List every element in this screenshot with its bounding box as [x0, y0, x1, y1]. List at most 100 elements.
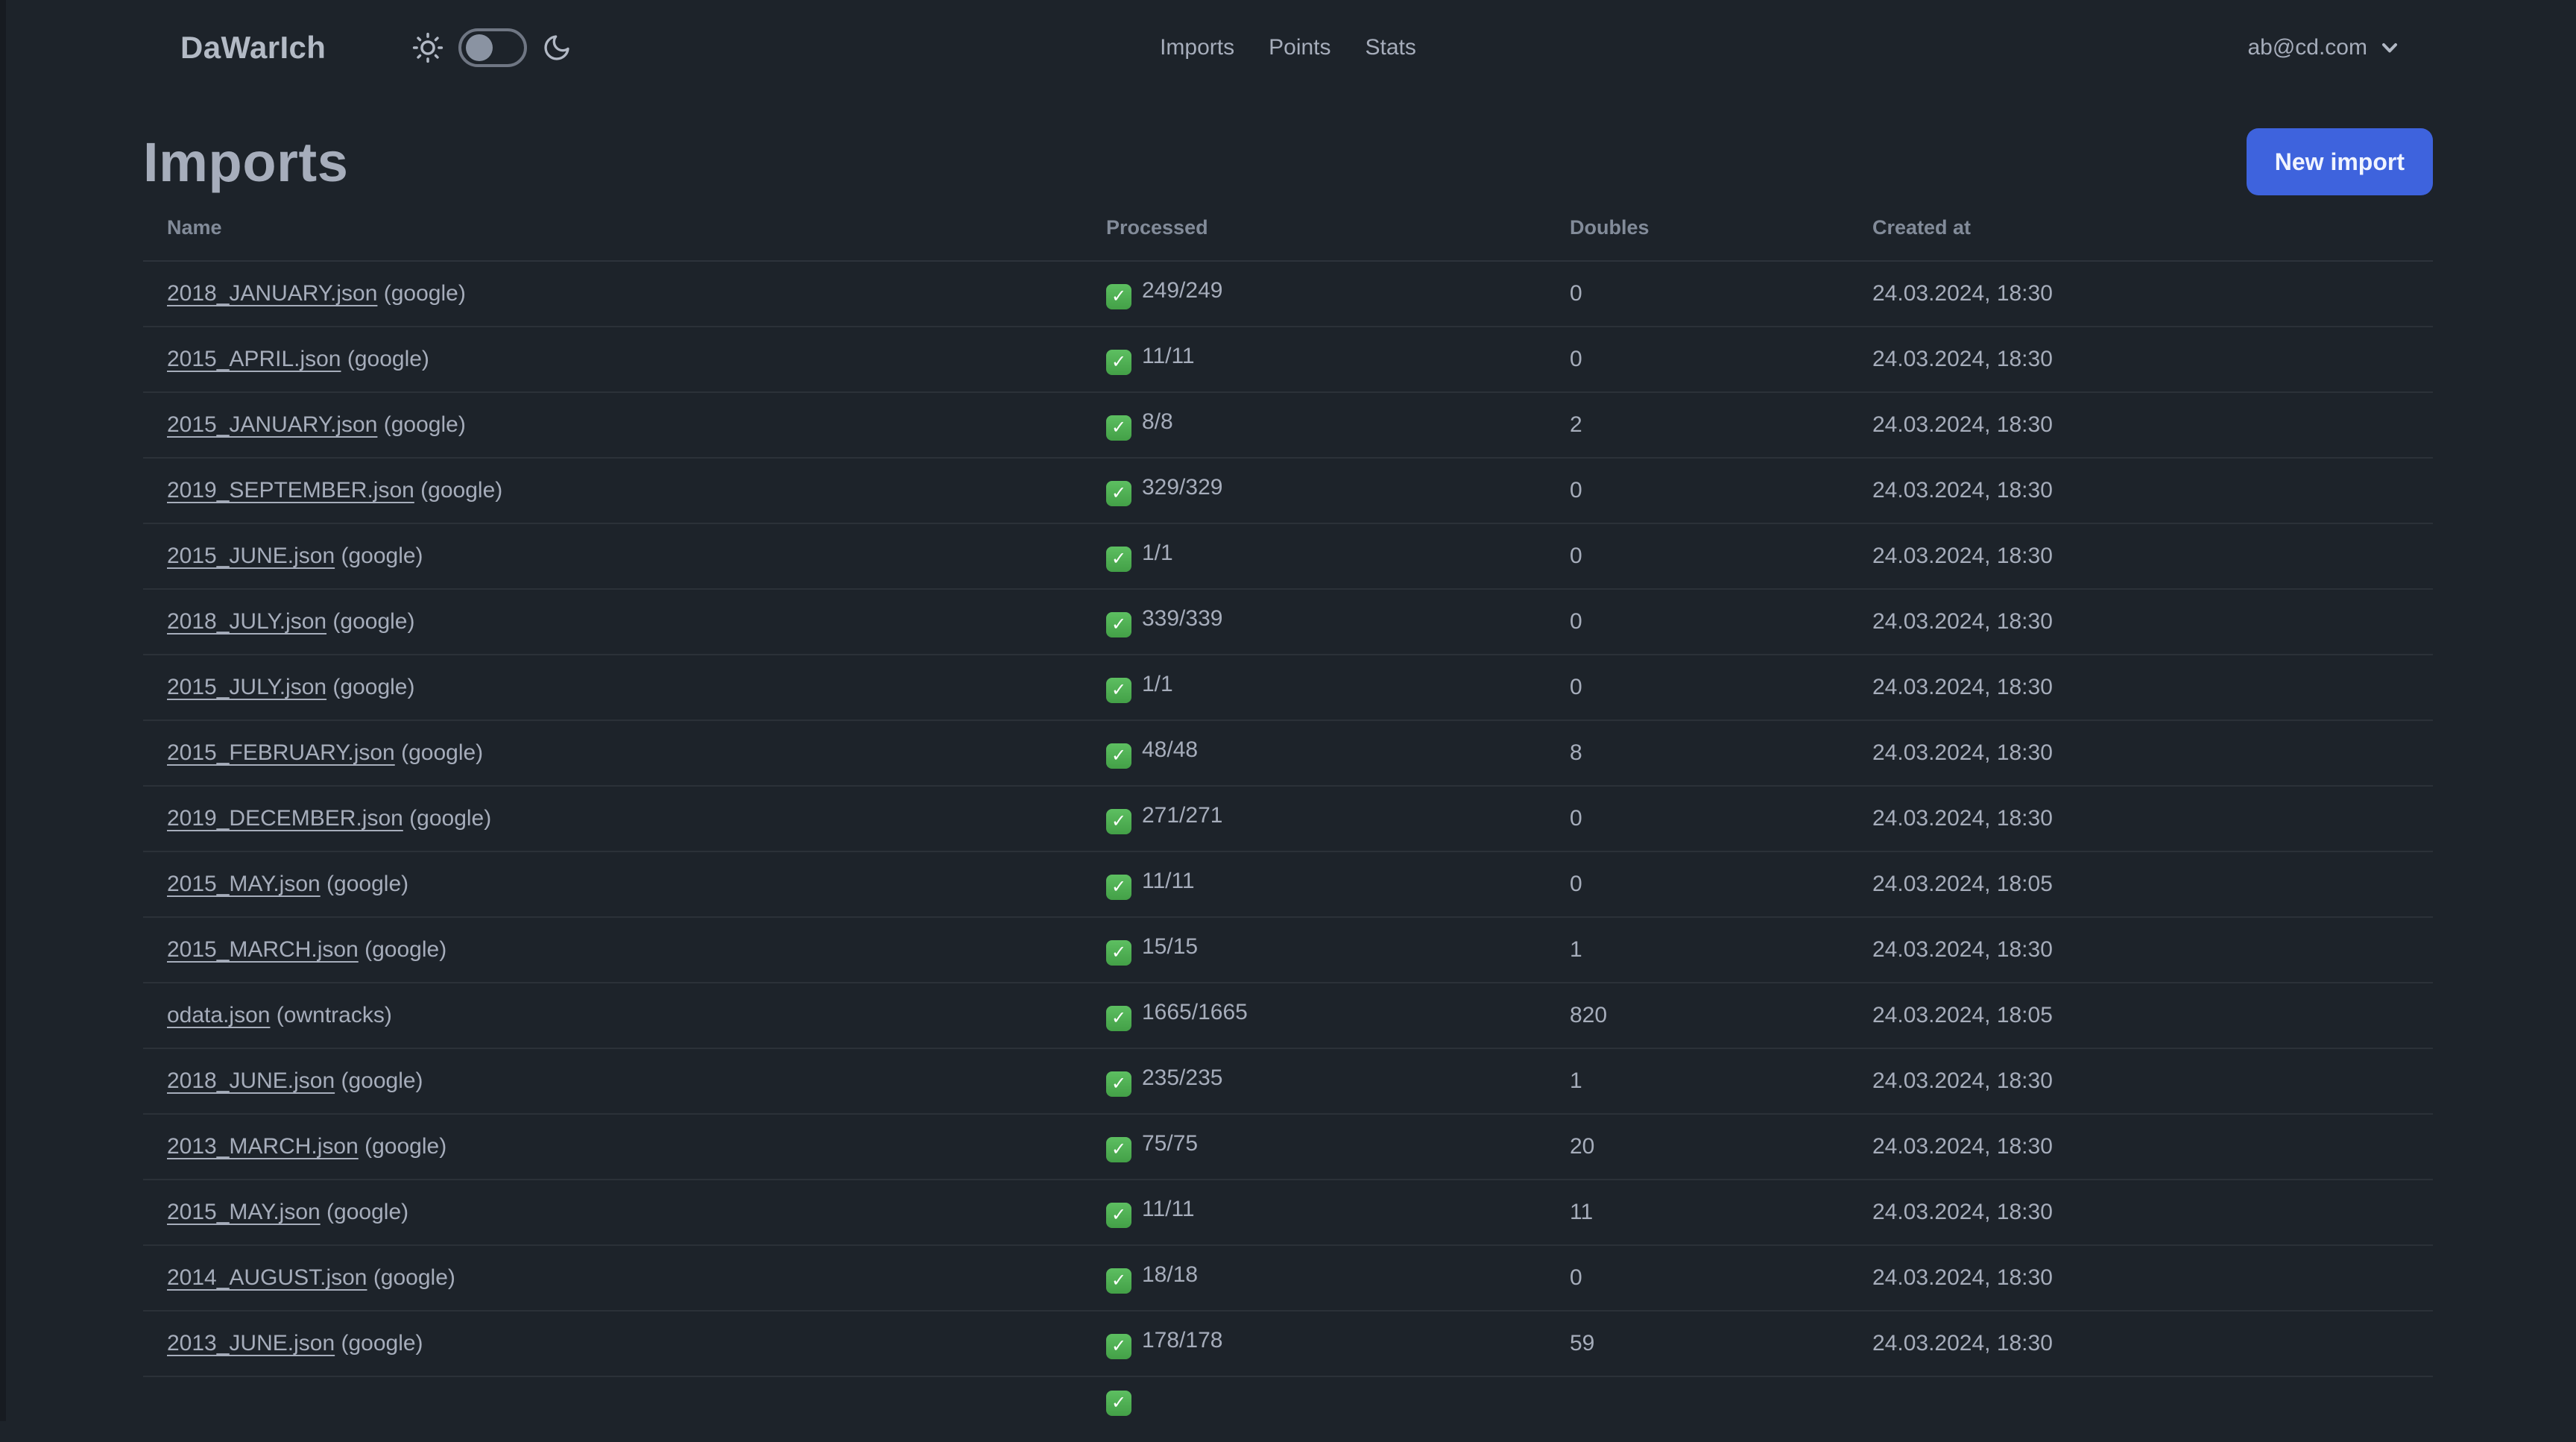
success-check-icon: ✓	[1106, 1390, 1131, 1416]
import-file-link[interactable]: 2015_APRIL.json	[167, 347, 341, 371]
success-check-icon: ✓	[1106, 1268, 1131, 1294]
success-check-icon: ✓	[1106, 1071, 1131, 1097]
theme-toggle-knob[interactable]	[466, 34, 493, 61]
success-check-icon: ✓	[1106, 1202, 1131, 1228]
import-file-link[interactable]: 2019_DECEMBER.json	[167, 806, 403, 831]
doubles-count: 8	[1546, 720, 1849, 787]
import-file-link[interactable]: 2015_JANUARY.json	[167, 412, 377, 437]
import-source: (google)	[402, 806, 492, 831]
sun-icon	[412, 32, 443, 63]
table-row: 2015_JUNE.json (google) ✓ 1/1 0 24.03.2024, …	[143, 523, 2433, 590]
created-at: 24.03.2024, 18:30	[1849, 261, 2433, 327]
imports-table: Name Processed Doubles Created at 2018_JANU…	[143, 195, 2433, 1442]
import-source: (owntracks)	[270, 1003, 392, 1027]
table-row: 2018_JANUARY.json (google) ✓ 249/249 0 24.03…	[143, 261, 2433, 327]
processed-count: 1/1	[1142, 672, 1173, 697]
import-file-link[interactable]: 2015_JUNE.json	[167, 544, 335, 568]
doubles-count: 59	[1546, 1311, 1849, 1377]
import-source: (google)	[414, 478, 503, 503]
brand-logo[interactable]: DaWarIch	[180, 30, 326, 66]
created-at: 24.03.2024, 18:30	[1849, 1245, 2433, 1312]
import-source: (google)	[377, 281, 466, 306]
import-source: (google)	[335, 1068, 423, 1093]
created-at: 24.03.2024, 18:30	[1849, 1180, 2433, 1246]
created-at: 24.03.2024, 18:30	[1849, 523, 2433, 590]
import-file-link[interactable]: 2013_MARCH.json	[167, 1134, 359, 1159]
import-file-link[interactable]: 2015_MARCH.json	[167, 937, 359, 962]
import-source: (google)	[377, 412, 466, 437]
import-source: (google)	[335, 1331, 423, 1356]
import-file-link[interactable]: 2018_JUNE.json	[167, 1068, 335, 1093]
processed-count: 11/11	[1142, 1197, 1195, 1222]
import-file-link[interactable]: 2014_AUGUST.json	[167, 1265, 367, 1290]
table-row: 2015_APRIL.json (google) ✓ 11/11 0 24.03.202…	[143, 327, 2433, 393]
processed-count: 8/8	[1142, 409, 1173, 435]
import-source: (google)	[394, 740, 484, 765]
column-header-processed: Processed	[1082, 195, 1546, 262]
created-at: 24.03.2024, 18:30	[1849, 327, 2433, 393]
created-at: 24.03.2024, 18:30	[1849, 589, 2433, 655]
import-source: (google)	[335, 544, 423, 568]
processed-count: 1/1	[1142, 541, 1173, 566]
doubles-count: 0	[1546, 655, 1849, 721]
processed-count: 178/178	[1142, 1328, 1223, 1353]
processed-count: 249/249	[1142, 278, 1223, 303]
window-edge	[0, 0, 6, 1421]
nav-item-imports[interactable]: Imports	[1160, 35, 1234, 60]
processed-count: 15/15	[1142, 934, 1199, 960]
imports-table-body: 2018_JANUARY.json (google) ✓ 249/249 0 24.03…	[143, 261, 2433, 1442]
success-check-icon: ✓	[1106, 808, 1131, 834]
moon-icon	[542, 33, 572, 63]
created-at: 24.03.2024, 18:30	[1849, 720, 2433, 787]
processed-count: 235/235	[1142, 1065, 1223, 1091]
doubles-count: 0	[1546, 1245, 1849, 1312]
import-file-link[interactable]: odata.json	[167, 1003, 270, 1027]
import-source: (google)	[326, 675, 415, 699]
table-row: 2019_DECEMBER.json (google) ✓ 271/271 0 24.0…	[143, 786, 2433, 852]
doubles-count: 820	[1546, 983, 1849, 1049]
doubles-count: 2	[1546, 392, 1849, 459]
import-source: (google)	[341, 347, 429, 371]
user-menu[interactable]: ab@cd.com	[2247, 0, 2400, 95]
table-row: 2015_MAY.json (google) ✓ 11/11 11 24.03.2024…	[143, 1180, 2433, 1246]
doubles-count: 0	[1546, 327, 1849, 393]
nav-item-points[interactable]: Points	[1269, 35, 1330, 60]
import-file-link[interactable]: 2015_MAY.json	[167, 1200, 321, 1224]
import-file-link[interactable]: 2013_JUNE.json	[167, 1331, 335, 1356]
success-check-icon: ✓	[1106, 1333, 1131, 1359]
import-file-link[interactable]: 2015_MAY.json	[167, 872, 321, 896]
import-source: (google)	[320, 1200, 409, 1224]
processed-count: 11/11	[1142, 344, 1195, 369]
success-check-icon: ✓	[1106, 1136, 1131, 1162]
table-row: odata.json (owntracks) ✓ 1665/1665 820 24.03…	[143, 983, 2433, 1049]
import-source: (google)	[358, 937, 447, 962]
import-file-link[interactable]: 2015_JULY.json	[167, 675, 326, 699]
main-nav: Imports Points Stats	[1160, 0, 1416, 95]
doubles-count: 11	[1546, 1180, 1849, 1246]
table-row: ✓	[143, 1376, 2433, 1442]
created-at: 24.03.2024, 18:30	[1849, 1311, 2433, 1377]
success-check-icon: ✓	[1106, 1005, 1131, 1031]
success-check-icon: ✓	[1106, 283, 1131, 309]
import-file-link[interactable]: 2018_JULY.json	[167, 609, 326, 634]
user-email: ab@cd.com	[2247, 35, 2367, 60]
theme-toggle[interactable]	[458, 28, 528, 67]
nav-item-stats[interactable]: Stats	[1366, 35, 1416, 60]
import-file-link[interactable]: 2018_JANUARY.json	[167, 281, 377, 306]
doubles-count: 0	[1546, 458, 1849, 524]
created-at: 24.03.2024, 18:05	[1849, 983, 2433, 1049]
created-at: 24.03.2024, 18:30	[1849, 917, 2433, 983]
created-at: 24.03.2024, 18:30	[1849, 786, 2433, 852]
page-title: Imports	[143, 130, 349, 193]
import-file-link[interactable]: 2019_SEPTEMBER.json	[167, 478, 414, 503]
processed-count: 11/11	[1142, 869, 1195, 894]
created-at: 24.03.2024, 18:30	[1849, 392, 2433, 459]
import-source: (google)	[358, 1134, 447, 1159]
doubles-count: 1	[1546, 1048, 1849, 1115]
doubles-count: 0	[1546, 786, 1849, 852]
page-head: Imports New import	[143, 128, 2433, 195]
success-check-icon: ✓	[1106, 480, 1131, 506]
doubles-count: 0	[1546, 589, 1849, 655]
import-file-link[interactable]: 2015_FEBRUARY.json	[167, 740, 395, 765]
new-import-button[interactable]: New import	[2246, 128, 2433, 195]
